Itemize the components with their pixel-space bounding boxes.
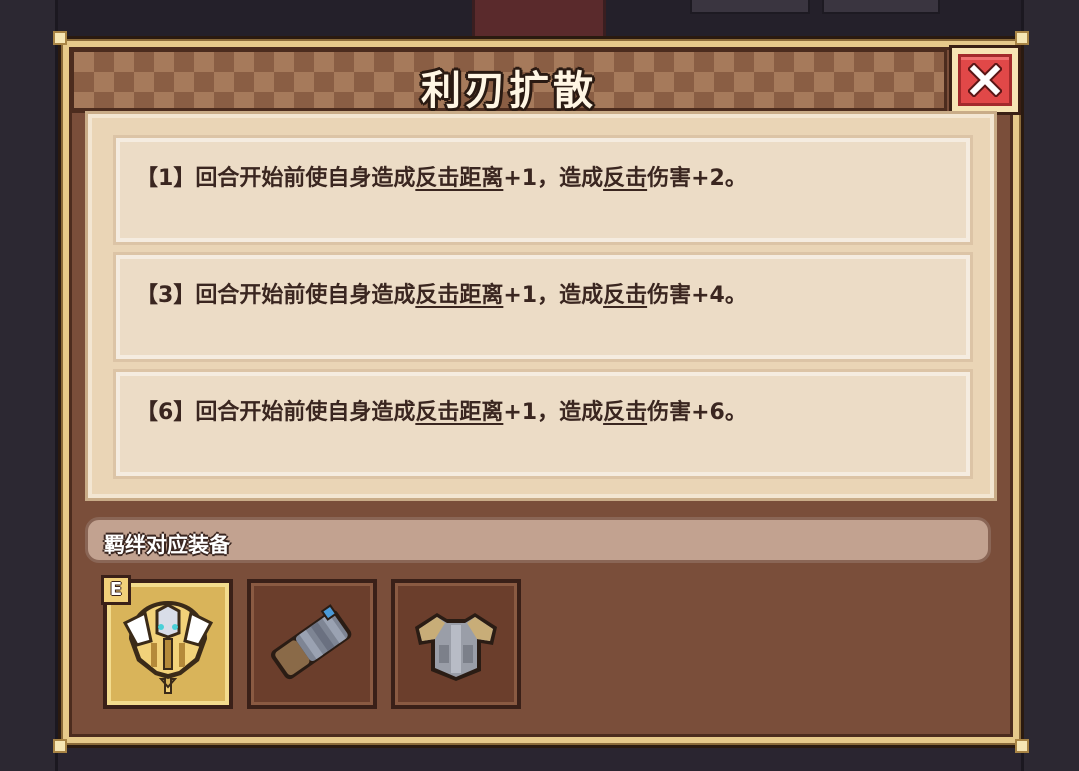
dialog-title: 利刃扩散 [421,68,597,114]
chest-armor-icon [415,613,497,681]
effect-text: 【3】回合开始前使自身造成反击距离+1，造成反击伤害+4。 [136,283,747,308]
effect-card-tier-3: 【3】回合开始前使自身造成反击距离+1，造成反击伤害+4。 [113,252,973,362]
background-tab [690,0,810,14]
effect-card-tier-6: 【6】回合开始前使自身造成反击距离+1，造成反击伤害+6。 [113,369,973,479]
equipment-section-title: 羁绊对应装备 [104,533,230,557]
background-bottom-strip [58,747,1021,771]
equipment-slot-2[interactable] [247,579,377,709]
keyword-counter-range[interactable]: 反击距离 [415,400,503,425]
background-right-column [1021,0,1079,771]
title-bar: 利刃扩散 [71,49,947,114]
frame-corner [1015,739,1029,753]
effect-text: 【6】回合开始前使自身造成反击距离+1，造成反击伤害+6。 [136,400,747,425]
keyword-counter[interactable]: 反击 [603,400,647,425]
background-left-column [0,0,58,771]
synergy-dialog: 利刃扩散 【1】回合开始前使自身造成反击距离+1，造成反击伤害+2。 【3】回合… [53,31,1029,753]
effect-text: 【1】回合开始前使自身造成反击距离+1，造成反击伤害+2。 [136,166,747,191]
gauntlet-icon [271,604,352,680]
close-button[interactable] [949,45,1021,115]
equipment-section-header: 羁绊对应装备 [85,517,991,563]
background-tab [822,0,940,14]
frame-corner [53,739,67,753]
rarity-badge: E [101,575,131,605]
effects-panel: 【1】回合开始前使自身造成反击距离+1，造成反击伤害+2。 【3】回合开始前使自… [85,111,997,501]
keyword-counter-range[interactable]: 反击距离 [415,166,503,191]
keyword-counter-range[interactable]: 反击距离 [415,283,503,308]
frame-corner [53,31,67,45]
close-x-icon [958,54,1012,106]
frame-corner [1015,31,1029,45]
equipment-slot-3[interactable] [391,579,521,709]
equipment-slot-1[interactable]: E [101,575,233,709]
keyword-counter[interactable]: 反击 [603,166,647,191]
keyword-counter[interactable]: 反击 [603,283,647,308]
effect-card-tier-1: 【1】回合开始前使自身造成反击距离+1，造成反击伤害+2。 [113,135,973,245]
